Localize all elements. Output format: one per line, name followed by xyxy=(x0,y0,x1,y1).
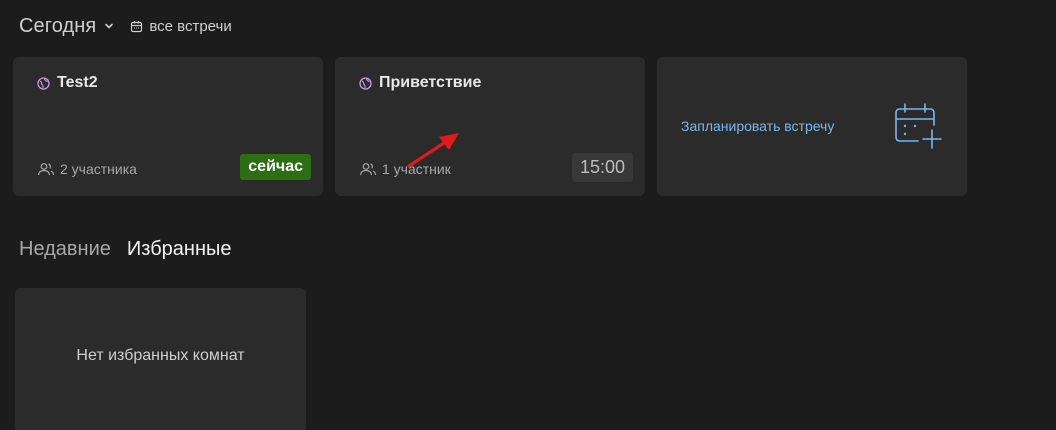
rooms-tabs: Недавние Избранные xyxy=(19,238,232,261)
meeting-time: 15:00 xyxy=(571,153,633,182)
meeting-name: Приветствие xyxy=(379,74,482,91)
calendar-add-icon xyxy=(895,103,942,149)
tab-recent[interactable]: Недавние xyxy=(19,238,111,261)
meeting-title: Test2 xyxy=(37,74,98,92)
now-badge: сейчас xyxy=(240,154,311,180)
header-title[interactable]: Сегодня xyxy=(19,15,96,38)
chevron-down-icon[interactable] xyxy=(104,21,114,31)
all-meetings-link[interactable]: все встречи xyxy=(130,17,232,35)
schedule-meeting-card[interactable]: Запланировать встречу xyxy=(657,57,967,196)
tab-favorites[interactable]: Избранные xyxy=(127,238,232,261)
meetings-page: Сегодня все встречи Test2 2 участника се… xyxy=(0,0,1056,430)
meeting-title: Приветствие xyxy=(359,74,481,92)
meeting-card[interactable]: Приветствие 1 участник 15:00 xyxy=(335,57,645,196)
people-icon xyxy=(359,163,377,176)
header: Сегодня все встречи xyxy=(19,12,232,40)
all-meetings-label: все встречи xyxy=(149,17,232,35)
globe-icon xyxy=(359,76,372,90)
participants-count: 2 участника xyxy=(60,161,137,177)
empty-favorites-text: Нет избранных комнат xyxy=(76,347,245,364)
annotation-arrow-icon xyxy=(407,133,459,168)
participants-info: 2 участника xyxy=(37,161,137,177)
empty-favorites-card: Нет избранных комнат xyxy=(15,288,306,430)
schedule-meeting-link[interactable]: Запланировать встречу xyxy=(681,118,834,134)
meeting-card[interactable]: Test2 2 участника сейчас xyxy=(13,57,323,196)
people-icon xyxy=(37,163,55,176)
meeting-name: Test2 xyxy=(57,74,98,91)
calendar-icon xyxy=(131,20,143,32)
globe-icon xyxy=(37,76,50,90)
